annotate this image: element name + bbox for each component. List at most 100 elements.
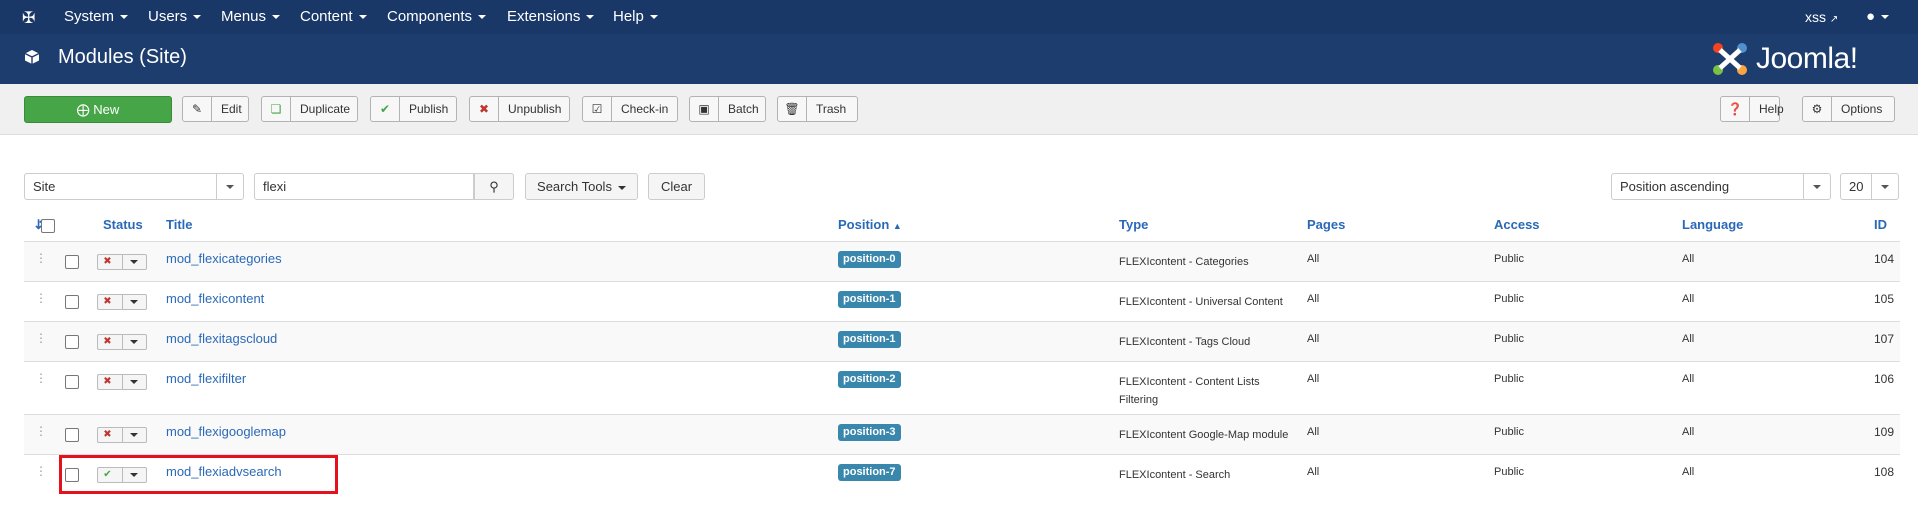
position-badge: position-0 (838, 251, 901, 268)
module-title-link[interactable]: mod_flexifilter (166, 371, 246, 386)
trash-button-label: Trash (816, 102, 847, 116)
menu-extensions[interactable]: Extensions (507, 0, 595, 34)
ordering-select[interactable]: Position ascending (1611, 173, 1831, 200)
access-cell: Public (1494, 373, 1524, 385)
batch-button[interactable]: ▣ Batch (689, 96, 766, 122)
language-cell: All (1682, 373, 1695, 385)
type-header[interactable]: Type (1119, 217, 1148, 232)
client-select[interactable]: Site (24, 173, 244, 200)
status-toggle[interactable]: ✖ (97, 334, 147, 350)
menu-system[interactable]: System (64, 0, 129, 34)
publish-button[interactable]: ✔ Publish (370, 96, 457, 122)
caret-down-icon (130, 433, 138, 437)
type-cell: FLEXIcontent - Categories (1119, 253, 1249, 271)
position-header[interactable]: Position ▲ (838, 217, 902, 232)
site-link[interactable]: xss ↗ (1805, 0, 1838, 34)
unpublished-icon: ✖ (103, 256, 112, 267)
access-cell: Public (1494, 333, 1524, 345)
row-checkbox[interactable] (65, 255, 79, 269)
drag-handle-icon[interactable]: ⋮ (35, 371, 47, 385)
status-toggle[interactable]: ✖ (97, 254, 147, 270)
joomla-brand-text: Joomla! (1756, 42, 1858, 75)
options-button-label: Options (1841, 102, 1883, 116)
chevron-down-icon (1803, 174, 1830, 199)
row-checkbox[interactable] (65, 335, 79, 349)
checkin-button-label: Check-in (621, 102, 669, 116)
type-text: FLEXIcontent - Categories (1119, 256, 1249, 268)
pages-cell: All (1307, 293, 1320, 305)
publish-button-label: Publish (409, 102, 449, 116)
search-input[interactable]: flexi (254, 173, 474, 200)
unpublish-button[interactable]: ✖ Unpublish (469, 96, 570, 122)
drag-handle-icon[interactable]: ⋮ (35, 291, 47, 305)
type-text: FLEXIcontent - Tags Cloud (1119, 336, 1251, 348)
menu-users[interactable]: Users (148, 0, 202, 34)
module-title-link[interactable]: mod_flexigooglemap (166, 424, 286, 439)
menu-help-label: Help (613, 8, 644, 25)
module-title-link[interactable]: mod_flexitagscloud (166, 331, 277, 346)
menu-users-label: Users (148, 8, 188, 25)
menu-components[interactable]: Components (387, 0, 487, 34)
ordering-select-value: Position ascending (1620, 179, 1730, 194)
pages-cell: All (1307, 373, 1320, 385)
caret-down-icon (130, 340, 138, 344)
clear-button[interactable]: Clear (648, 173, 705, 200)
unpublished-icon: ✖ (103, 336, 112, 347)
trash-button[interactable]: 🗑 Trash (777, 96, 858, 122)
edit-button[interactable]: ✎ Edit (182, 96, 249, 122)
module-title-link[interactable]: mod_flexicategories (166, 251, 282, 266)
table-row (24, 281, 1900, 322)
limit-select[interactable]: 20 (1840, 173, 1899, 200)
pages-cell: All (1307, 253, 1320, 265)
search-button[interactable]: ⚲ (474, 173, 514, 200)
help-button[interactable]: ❓ Help (1720, 96, 1784, 122)
joomla-logo-icon[interactable]: ✠ (22, 8, 35, 28)
status-toggle[interactable]: ✖ (97, 374, 147, 390)
id-cell: 105 (1874, 292, 1895, 306)
drag-handle-icon[interactable]: ⋮ (35, 331, 47, 345)
id-cell: 109 (1874, 425, 1895, 439)
new-button[interactable]: ⨁ New (24, 96, 172, 123)
pages-cell: All (1307, 426, 1320, 438)
language-header[interactable]: Language (1682, 217, 1743, 232)
drag-handle-icon[interactable]: ⋮ (35, 424, 47, 438)
duplicate-button[interactable]: ❏ Duplicate (261, 96, 358, 122)
id-header[interactable]: ID (1874, 217, 1887, 232)
batch-icon: ▣ (690, 97, 719, 121)
status-toggle[interactable]: ✖ (97, 427, 147, 443)
access-cell: Public (1494, 426, 1524, 438)
title-header[interactable]: Title (166, 217, 193, 232)
caret-down-icon (130, 380, 138, 384)
check-icon: ✔ (371, 97, 400, 121)
module-title-link[interactable]: mod_flexicontent (166, 291, 264, 306)
help-button-label: Help (1759, 102, 1784, 116)
menu-menus[interactable]: Menus (221, 0, 281, 34)
caret-down-icon (617, 185, 626, 190)
menu-help[interactable]: Help (613, 0, 658, 34)
pages-cell: All (1307, 466, 1320, 478)
search-tools-button[interactable]: Search Tools (525, 173, 638, 200)
row-checkbox[interactable] (65, 428, 79, 442)
user-menu[interactable]: ● (1866, 0, 1890, 34)
unpublished-icon: ✖ (103, 296, 112, 307)
position-badge: position-1 (838, 331, 901, 348)
status-header[interactable]: Status (103, 217, 143, 232)
menu-system-label: System (64, 8, 115, 25)
language-cell: All (1682, 426, 1695, 438)
access-cell: Public (1494, 293, 1524, 305)
select-all-checkbox[interactable] (41, 219, 55, 233)
drag-handle-icon[interactable]: ⋮ (35, 464, 47, 478)
id-cell: 106 (1874, 372, 1895, 386)
checkin-button[interactable]: ☑ Check-in (582, 96, 678, 122)
drag-handle-icon[interactable]: ⋮ (35, 251, 47, 265)
access-cell: Public (1494, 466, 1524, 478)
access-header[interactable]: Access (1494, 217, 1540, 232)
status-toggle[interactable]: ✖ (97, 294, 147, 310)
row-checkbox[interactable] (65, 375, 79, 389)
id-cell: 108 (1874, 465, 1895, 479)
pages-header[interactable]: Pages (1307, 217, 1345, 232)
menu-content[interactable]: Content (300, 0, 367, 34)
row-checkbox[interactable] (65, 295, 79, 309)
options-button[interactable]: ⚙ Options (1802, 96, 1895, 122)
gear-icon: ⚙ (1803, 97, 1832, 121)
